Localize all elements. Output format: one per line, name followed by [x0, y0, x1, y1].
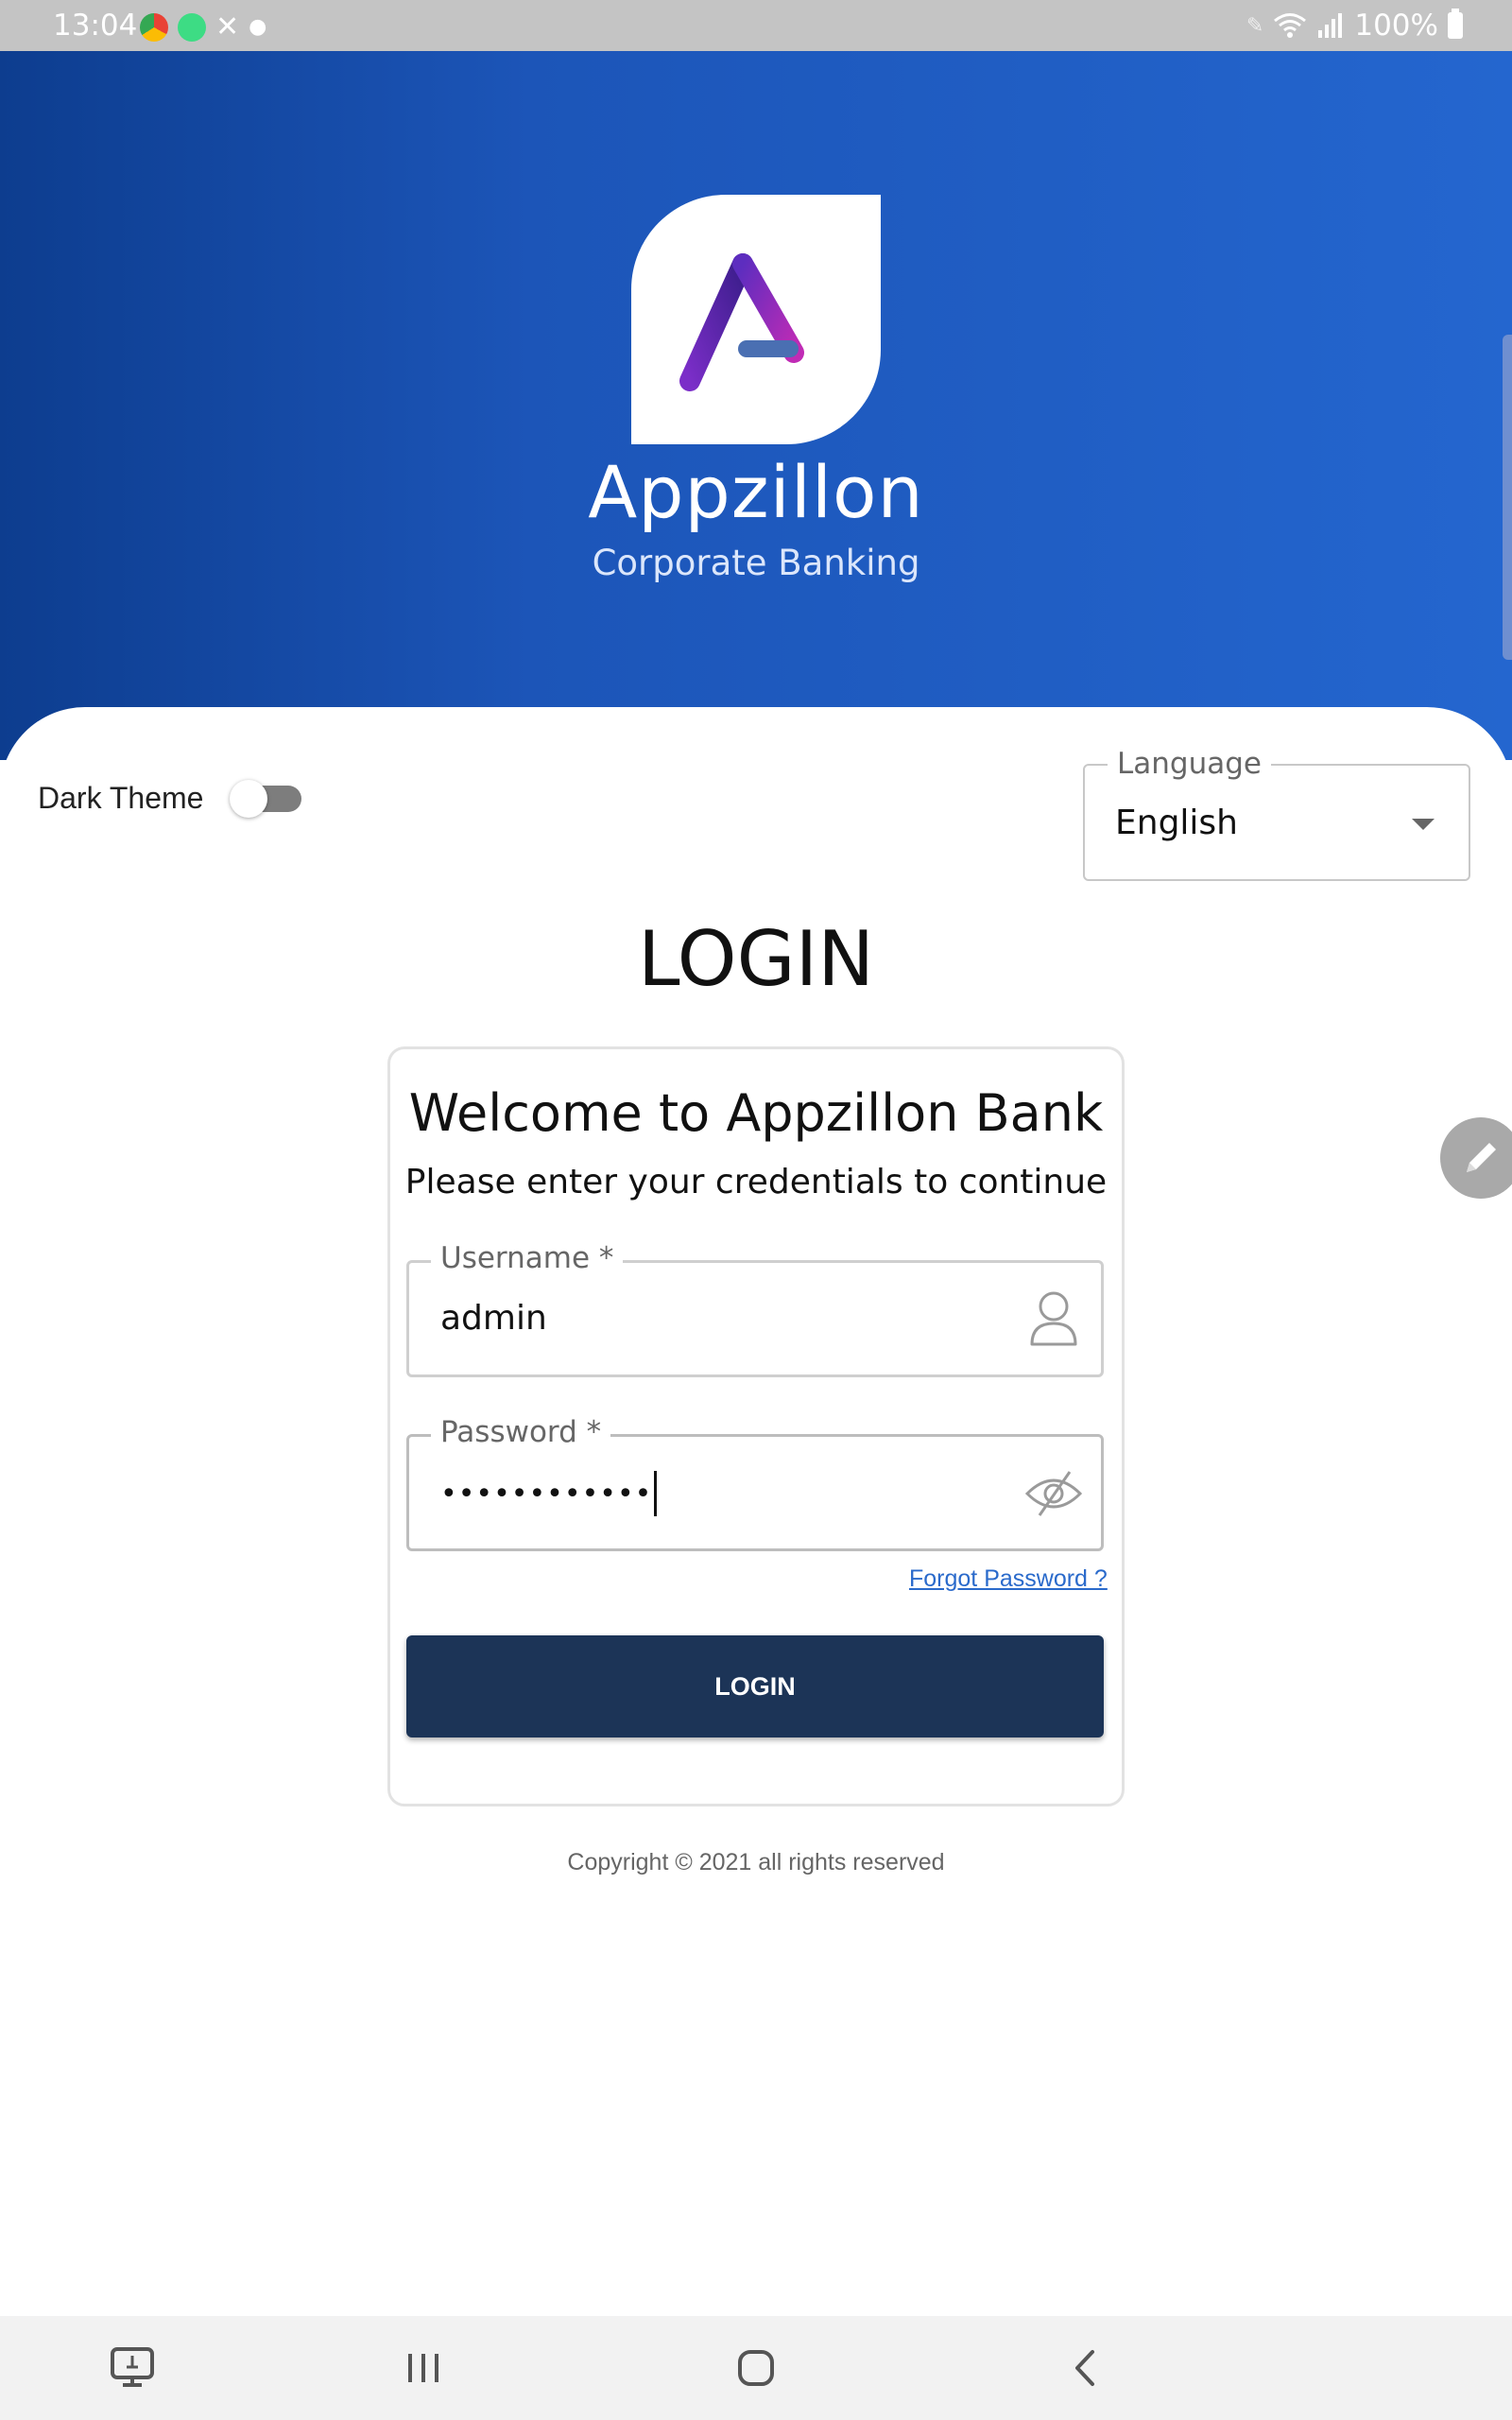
brand-name: Appzillon [588, 450, 924, 534]
username-label: Username * [431, 1241, 624, 1275]
password-label: Password * [431, 1415, 611, 1449]
copyright-text: Copyright © 2021 all rights reserved [567, 1849, 945, 1876]
chrome-icon [140, 12, 168, 42]
language-label: Language [1108, 747, 1271, 781]
recent-apps-icon[interactable] [395, 2344, 452, 2392]
text-cursor [654, 1471, 658, 1516]
status-bar: 13:04 ✕ ● ✎ 100% [0, 0, 1512, 51]
appzillon-logo [631, 195, 881, 444]
tools-icon: ✕ [215, 10, 240, 43]
login-button[interactable]: LOGIN [406, 1635, 1104, 1737]
password-dots: •••••••••••• [440, 1478, 653, 1511]
pen-icon: ✎ [1246, 13, 1264, 38]
side-panel-handle[interactable] [1503, 335, 1512, 660]
edit-fab[interactable] [1440, 1117, 1512, 1199]
toggle-thumb [230, 780, 267, 818]
android-icon [178, 12, 206, 42]
welcome-heading: Welcome to Appzillon Bank [408, 1083, 1104, 1143]
user-icon [1030, 1291, 1077, 1346]
back-icon[interactable] [1058, 2344, 1115, 2392]
signal-icon [1318, 13, 1343, 38]
wifi-icon [1274, 13, 1307, 38]
dot-icon: ● [249, 15, 267, 39]
instructions-text: Please enter your credentials to continu… [404, 1163, 1108, 1201]
chevron-down-icon[interactable] [1412, 819, 1435, 830]
dark-theme-label: Dark Theme [38, 781, 204, 815]
eye-off-icon[interactable] [1024, 1469, 1083, 1518]
battery-icon [1448, 9, 1463, 39]
page-title: LOGIN [637, 915, 875, 1003]
pencil-icon [1467, 1143, 1496, 1172]
password-input[interactable]: •••••••••••• [440, 1471, 658, 1516]
battery-percent: 100% [1354, 9, 1438, 43]
username-input[interactable]: admin [440, 1299, 547, 1338]
system-nav-bar [0, 2316, 1512, 2420]
home-icon[interactable] [728, 2344, 784, 2392]
status-time: 13:04 [53, 9, 138, 43]
brand-header: Appzillon Corporate Banking [0, 51, 1512, 760]
language-value: English [1115, 804, 1238, 842]
dark-theme-toggle[interactable] [230, 780, 303, 818]
brand-subtitle: Corporate Banking [592, 543, 920, 583]
screen-share-icon[interactable] [104, 2344, 161, 2392]
forgot-password-link[interactable]: Forgot Password ? [909, 1565, 1108, 1593]
